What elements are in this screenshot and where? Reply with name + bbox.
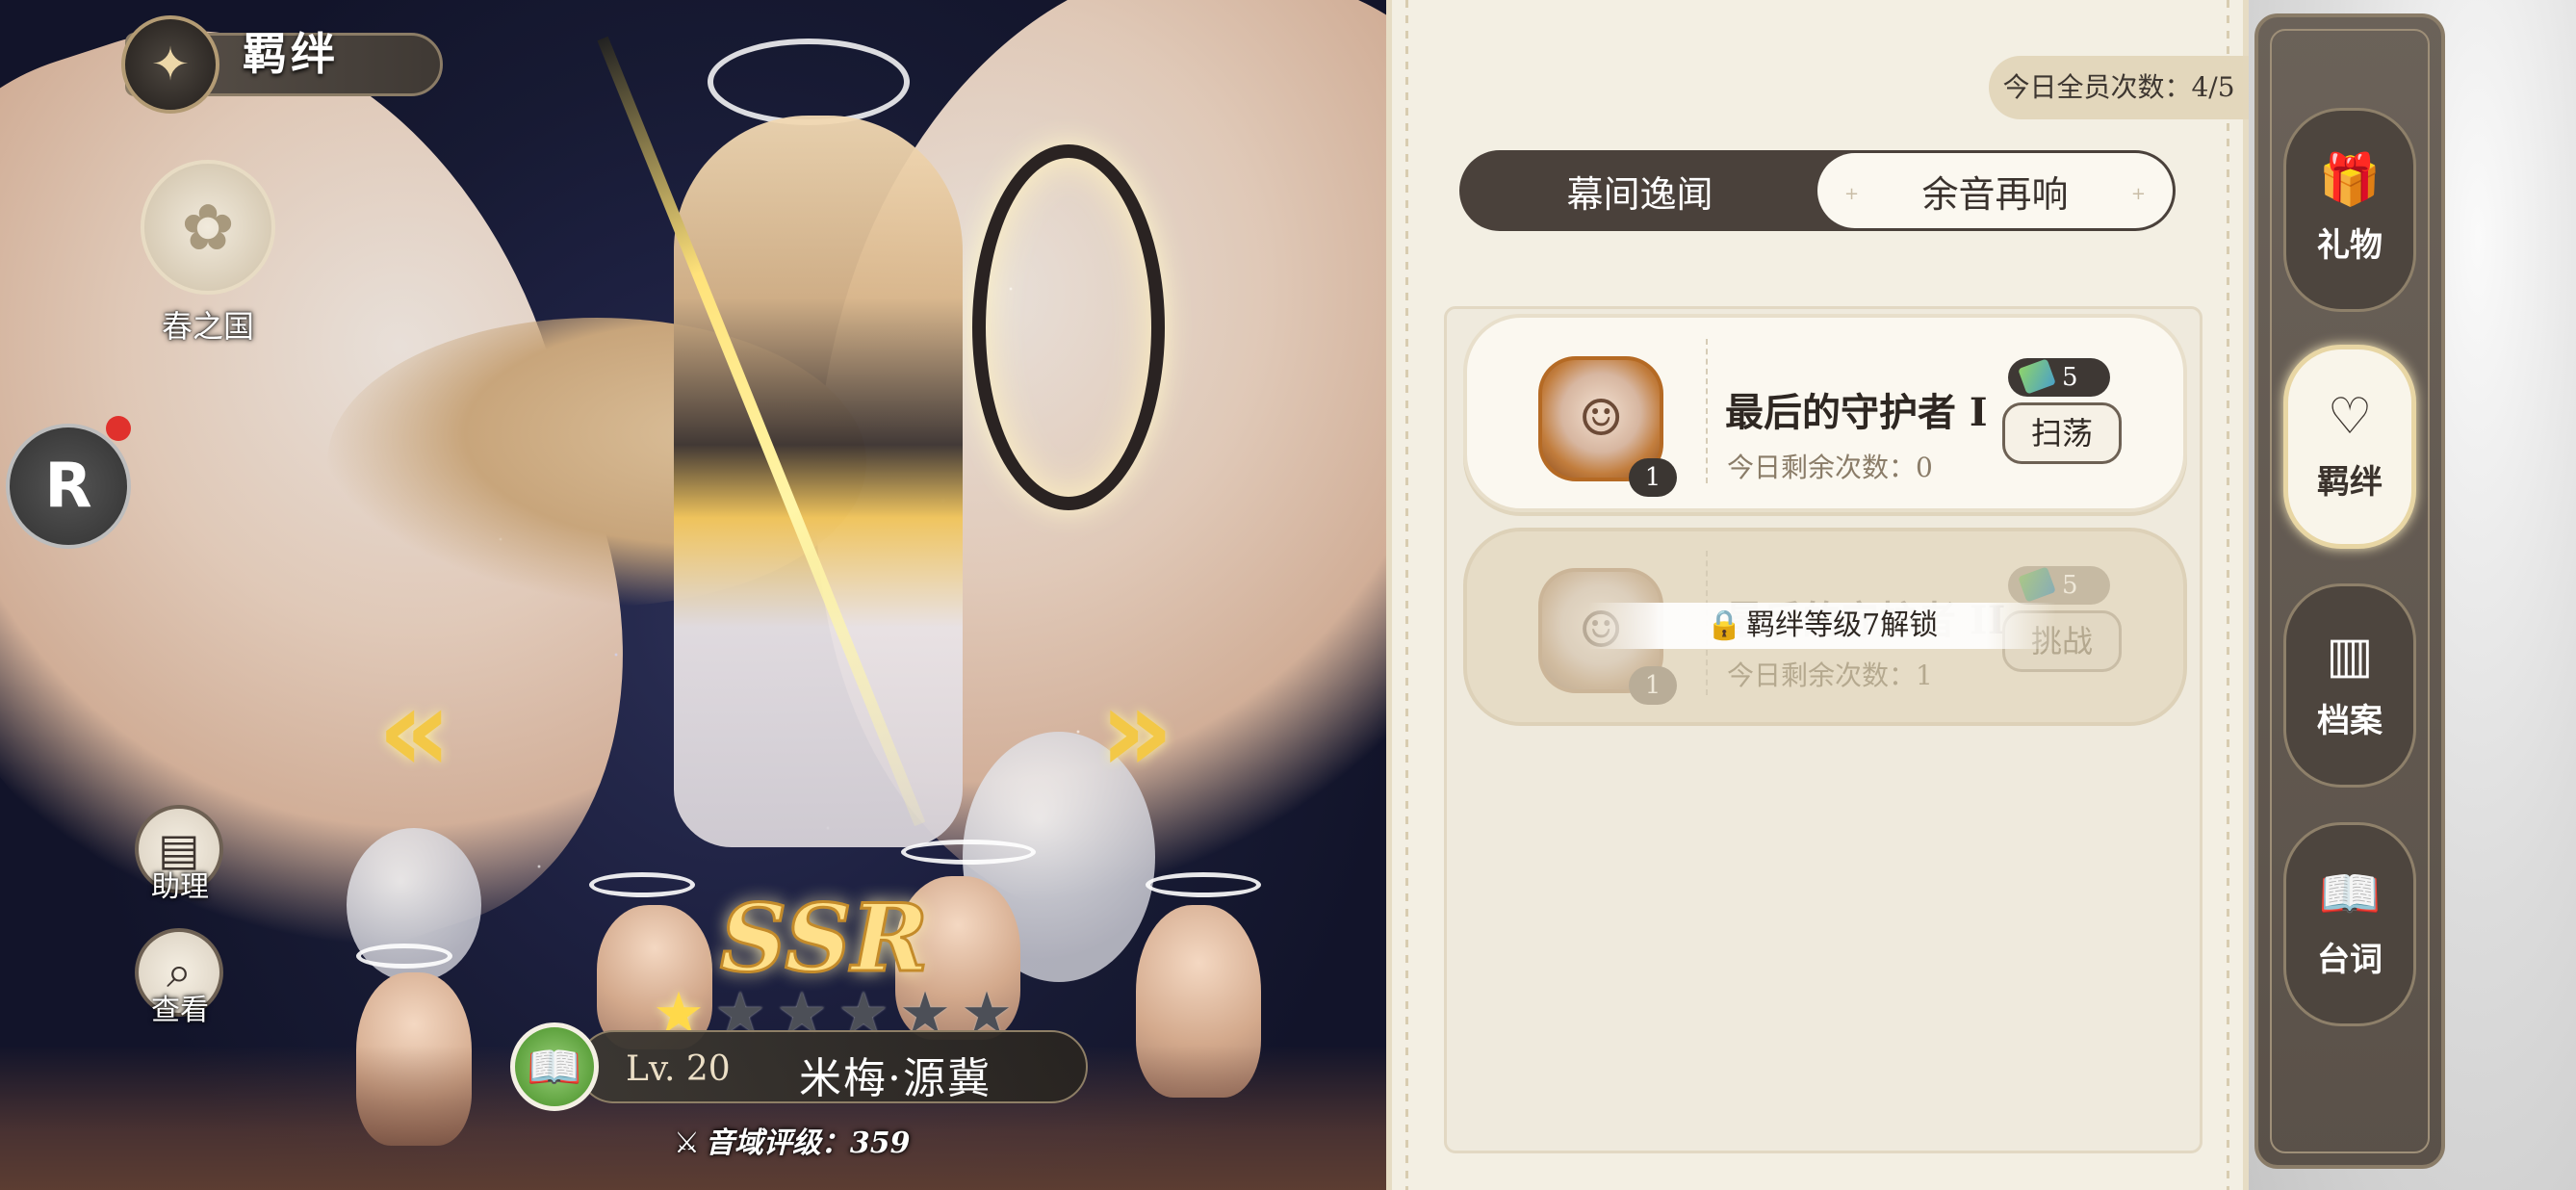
stage-remaining: 今日剩余次数：0 — [1727, 452, 1933, 483]
view-label[interactable]: 查看 — [127, 986, 233, 1028]
halo-art — [708, 39, 910, 125]
compass-emblem-icon[interactable]: ✦ — [121, 15, 219, 114]
ticket-cost-value: 5 — [2062, 363, 2078, 392]
tab-label: 幕间逸闻 — [1566, 172, 1713, 216]
sidebar-item-label: 礼物 — [2317, 225, 2383, 265]
sweep-button[interactable]: 扫荡 — [2002, 402, 2122, 464]
stage-level-badge: 1 — [1629, 666, 1677, 705]
cherub-halo — [356, 944, 452, 969]
open-book-icon: 📖 — [2318, 865, 2382, 923]
character-level: Lv. 20 — [626, 1049, 731, 1089]
cherub-halo — [901, 840, 1036, 865]
ticket-icon — [2018, 358, 2056, 395]
tab-label: 余音再响 — [1921, 172, 2069, 216]
sidebar-item-label: 台词 — [2317, 940, 2383, 979]
ticket-cost: 5 — [2008, 566, 2110, 605]
stage-level-badge: 1 — [1629, 458, 1677, 497]
cherub-halo — [1146, 872, 1261, 897]
daily-count-badge: 今日全员次数：4/5 — [1989, 56, 2249, 119]
sakura-crest-icon[interactable]: ✿ — [141, 160, 275, 295]
lock-banner: 🔒 羁绊等级7解锁 — [1588, 603, 2056, 649]
sidebar-item-label: 档案 — [2317, 701, 2383, 740]
tab-echo-replay[interactable]: + 余音再响 + — [1817, 153, 2173, 228]
tab-deco-icon: + — [1844, 184, 1860, 204]
voice-rating: ⚔ 音域评级：359 — [674, 1119, 911, 1161]
sidebar-item-archive[interactable]: ▥ 档案 — [2283, 583, 2416, 788]
heart-bond-icon: ♡ — [2327, 387, 2373, 446]
rating-label: 音域评级： — [705, 1126, 850, 1160]
story-book-icon[interactable]: 📖 — [510, 1022, 599, 1111]
notification-dot — [106, 416, 131, 441]
crossed-swords-icon: ⚔ — [674, 1126, 700, 1160]
gift-icon: 🎁 — [2318, 150, 2382, 209]
next-character-arrow[interactable]: » — [1099, 664, 1174, 798]
prev-character-arrow[interactable]: « — [377, 664, 452, 798]
r-button-label: R — [44, 451, 92, 522]
stage-remaining: 今日剩余次数：1 — [1727, 660, 1933, 691]
card-divider — [1706, 339, 1708, 483]
tab-deco-icon: + — [2130, 184, 2146, 204]
character-figure[interactable] — [674, 116, 963, 847]
lock-icon: 🔒 — [1706, 608, 1743, 642]
tab-bar: 幕间逸闻 + 余音再响 + — [1459, 150, 2176, 231]
sidebar-item-lines[interactable]: 📖 台词 — [2283, 822, 2416, 1026]
sidebar-item-label: 羁绊 — [2317, 462, 2383, 502]
lock-text: 羁绊等级7解锁 — [1746, 608, 1939, 642]
archive-icon: ▥ — [2326, 626, 2374, 685]
ticket-cost-value: 5 — [2062, 571, 2078, 600]
rating-value: 359 — [849, 1126, 911, 1160]
tab-interlude-stories[interactable]: 幕间逸闻 — [1462, 153, 1817, 228]
r-button[interactable]: R — [6, 424, 131, 549]
sidebar-item-gift[interactable]: 🎁 礼物 — [2283, 108, 2416, 312]
cherub-halo — [589, 872, 695, 897]
rarity-badge: SSR — [718, 883, 929, 995]
ticket-icon — [2018, 566, 2056, 603]
ticket-cost: 5 — [2008, 358, 2110, 397]
character-name: 米梅·源冀 — [799, 1054, 992, 1103]
stage-title: 最后的守护者 I — [1725, 390, 1988, 435]
nation-label: 春之国 — [161, 308, 254, 345]
page-title: 羁绊 — [243, 28, 339, 80]
sidebar-item-bond[interactable]: ♡ 羁绊 — [2283, 345, 2416, 549]
assist-label[interactable]: 助理 — [127, 863, 233, 905]
thorn-ring-art — [972, 144, 1165, 510]
